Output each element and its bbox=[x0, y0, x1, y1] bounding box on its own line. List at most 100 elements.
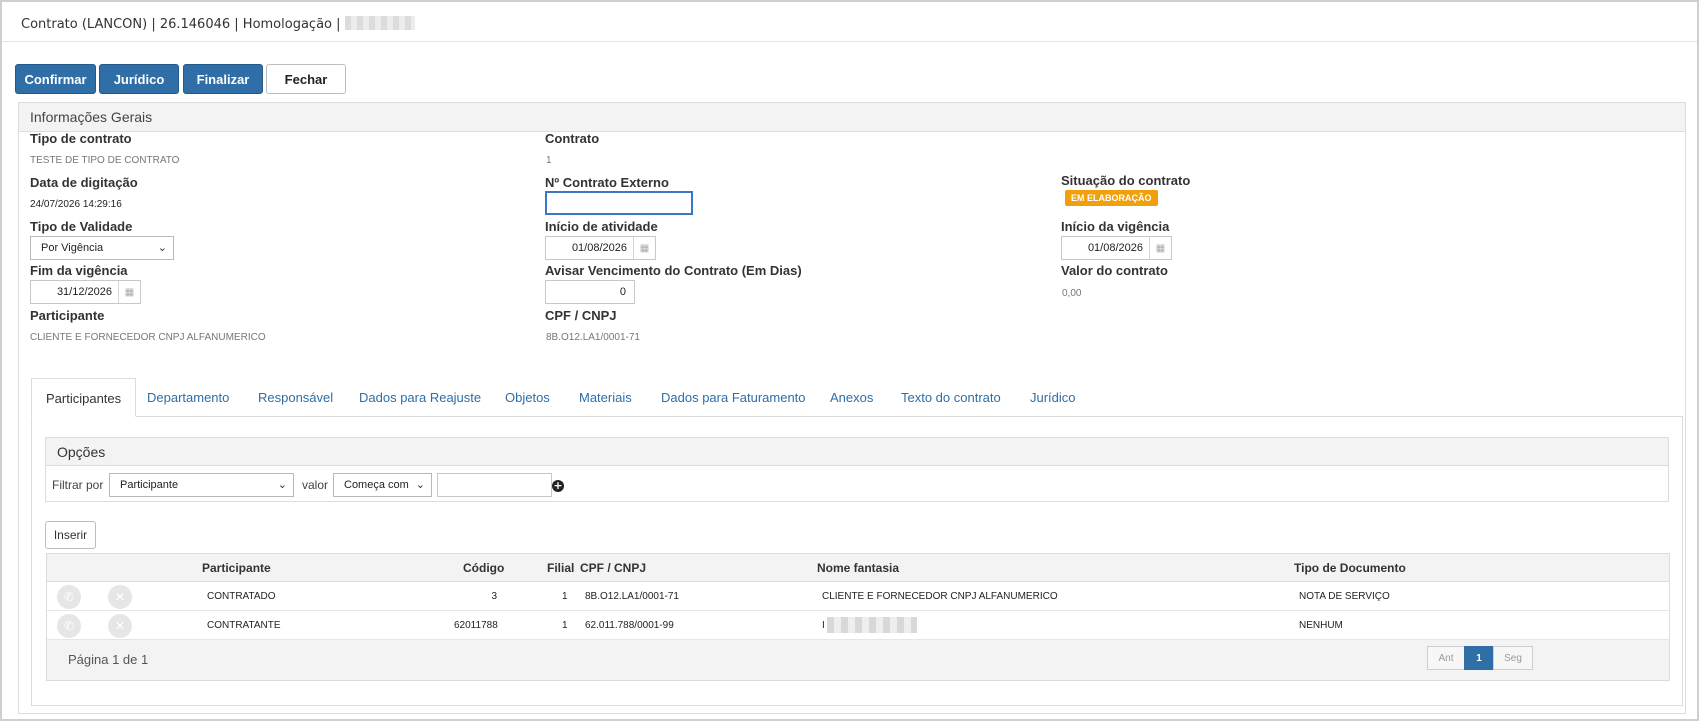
col-filial[interactable]: Filial bbox=[547, 561, 574, 575]
col-tipo-documento[interactable]: Tipo de Documento bbox=[1294, 561, 1406, 575]
cell-filial: 1 bbox=[562, 591, 568, 602]
contrato-value: 1 bbox=[546, 155, 552, 166]
avisar-vencimento-label: Avisar Vencimento do Contrato (Em Dias) bbox=[545, 263, 802, 278]
chevron-down-icon: ⌄ bbox=[277, 479, 287, 491]
contrato-externo-input[interactable] bbox=[545, 191, 693, 215]
filtrar-label: Filtrar por bbox=[52, 478, 104, 492]
avisar-vencimento-input[interactable]: 0 bbox=[545, 280, 635, 304]
tab-dados-faturamento[interactable]: Dados para Faturamento bbox=[661, 378, 806, 416]
filtrar-select[interactable]: Participante ⌄ bbox=[109, 473, 294, 497]
window-frame: Contrato (LANCON) | 26.146046 | Homologa… bbox=[0, 0, 1699, 721]
cell-participante: CONTRATANTE bbox=[207, 620, 281, 631]
data-digitacao-value: 24/07/2026 14:29:16 bbox=[30, 199, 122, 210]
fim-vigencia-input[interactable]: 31/12/2026 ▦ bbox=[30, 280, 141, 304]
phone-icon[interactable]: ✆ bbox=[57, 585, 81, 609]
section-title: Informações Gerais bbox=[19, 103, 1685, 132]
tipo-validade-value: Por Vigência bbox=[41, 242, 104, 254]
table-row[interactable]: ✆ ✕ CONTRATADO 3 1 8B.O12.LA1/0001-71 CL… bbox=[47, 582, 1669, 611]
cell-codigo: 3 bbox=[491, 591, 497, 602]
fechar-button[interactable]: Fechar bbox=[266, 64, 346, 94]
window-title-bar: Contrato (LANCON) | 26.146046 | Homologa… bbox=[2, 2, 1697, 42]
tipo-validade-label: Tipo de Validade bbox=[30, 219, 133, 234]
pager-current-button[interactable]: 1 bbox=[1464, 646, 1494, 670]
opcoes-title: Opções bbox=[46, 438, 1668, 466]
valor-contrato-label: Valor do contrato bbox=[1061, 263, 1168, 278]
finalizar-button[interactable]: Finalizar bbox=[183, 64, 263, 94]
redacted-environment bbox=[344, 16, 415, 30]
cell-tipo-documento: NENHUM bbox=[1299, 620, 1343, 631]
participante-value: CLIENTE E FORNECEDOR CNPJ ALFANUMERICO bbox=[30, 332, 266, 343]
pager-prev-button[interactable]: Ant bbox=[1427, 646, 1465, 670]
cell-filial: 1 bbox=[562, 620, 568, 631]
fim-vigencia-label: Fim da vigência bbox=[30, 263, 128, 278]
tab-anexos[interactable]: Anexos bbox=[830, 378, 873, 416]
tab-bar: Participantes Departamento Responsável D… bbox=[31, 378, 1687, 417]
confirmar-button[interactable]: Confirmar bbox=[15, 64, 96, 94]
chevron-down-icon: ⌄ bbox=[415, 479, 425, 491]
cell-nome-fantasia: CLIENTE E FORNECEDOR CNPJ ALFANUMERICO bbox=[822, 591, 1058, 602]
cell-cpf-cnpj: 62.011.788/0001-99 bbox=[585, 620, 674, 631]
cpf-cnpj-value: 8B.O12.LA1/0001-71 bbox=[546, 332, 640, 343]
tab-texto-contrato[interactable]: Texto do contrato bbox=[901, 378, 1001, 416]
grid-header: Participante Código Filial CPF / CNPJ No… bbox=[47, 554, 1669, 582]
participantes-tab-panel: Opções Filtrar por Participante ⌄ valor … bbox=[31, 416, 1683, 706]
cell-tipo-documento: NOTA DE SERVIÇO bbox=[1299, 591, 1390, 602]
contrato-externo-label: Nº Contrato Externo bbox=[545, 175, 669, 190]
inicio-atividade-input[interactable]: 01/08/2026 ▦ bbox=[545, 236, 656, 260]
calendar-icon[interactable]: ▦ bbox=[118, 281, 140, 303]
participantes-grid: Participante Código Filial CPF / CNPJ No… bbox=[46, 553, 1670, 681]
pagination-text: Página 1 de 1 bbox=[68, 652, 149, 667]
close-icon[interactable]: ✕ bbox=[108, 585, 132, 609]
search-input[interactable] bbox=[437, 473, 552, 497]
tab-dados-reajuste[interactable]: Dados para Reajuste bbox=[359, 378, 481, 416]
inicio-vigencia-input[interactable]: 01/08/2026 ▦ bbox=[1061, 236, 1172, 260]
redacted-nome-fantasia bbox=[827, 617, 917, 633]
add-filter-icon[interactable]: + bbox=[552, 480, 564, 492]
tab-juridico[interactable]: Jurídico bbox=[1030, 378, 1076, 416]
cell-codigo: 62011788 bbox=[454, 620, 498, 631]
pager-next-button[interactable]: Seg bbox=[1493, 646, 1533, 670]
inserir-button[interactable]: Inserir bbox=[45, 521, 96, 549]
cell-cpf-cnpj: 8B.O12.LA1/0001-71 bbox=[585, 591, 679, 602]
opcoes-filter-panel: Opções Filtrar por Participante ⌄ valor … bbox=[45, 437, 1669, 502]
inicio-atividade-label: Início de atividade bbox=[545, 219, 658, 234]
tipo-contrato-value: TESTE DE TIPO DE CONTRATO bbox=[30, 155, 180, 166]
data-digitacao-label: Data de digitação bbox=[30, 175, 138, 190]
tipo-contrato-label: Tipo de contrato bbox=[30, 131, 132, 146]
tipo-validade-select[interactable]: Por Vigência ⌄ bbox=[30, 236, 174, 260]
participante-label: Participante bbox=[30, 308, 105, 323]
tab-departamento[interactable]: Departamento bbox=[147, 378, 229, 416]
window-title: Contrato (LANCON) | 26.146046 | Homologa… bbox=[21, 17, 341, 32]
col-cpf-cnpj[interactable]: CPF / CNPJ bbox=[580, 561, 646, 575]
condicao-select[interactable]: Começa com ⌄ bbox=[333, 473, 432, 497]
table-row[interactable]: ✆ ✕ CONTRATANTE 62011788 1 62.011.788/00… bbox=[47, 611, 1669, 640]
inicio-atividade-value: 01/08/2026 bbox=[571, 242, 627, 254]
cell-nome-fantasia: I bbox=[822, 620, 825, 631]
grid-footer: Página 1 de 1 Ant 1 Seg bbox=[47, 640, 1669, 680]
chevron-down-icon: ⌄ bbox=[157, 242, 167, 254]
col-nome-fantasia[interactable]: Nome fantasia bbox=[817, 561, 899, 575]
inicio-vigencia-label: Início da vigência bbox=[1061, 219, 1170, 234]
phone-icon[interactable]: ✆ bbox=[57, 614, 81, 638]
contrato-label: Contrato bbox=[545, 131, 600, 146]
situacao-label: Situação do contrato bbox=[1061, 173, 1191, 188]
valor-contrato-value: 0,00 bbox=[1062, 288, 1082, 299]
fim-vigencia-value: 31/12/2026 bbox=[56, 286, 112, 298]
tab-responsavel[interactable]: Responsável bbox=[258, 378, 333, 416]
tab-objetos[interactable]: Objetos bbox=[505, 378, 550, 416]
valor-label: valor bbox=[302, 478, 329, 492]
status-badge: EM ELABORAÇÃO bbox=[1065, 190, 1158, 206]
cell-participante: CONTRATADO bbox=[207, 591, 276, 602]
informacoes-gerais-panel: Informações Gerais Tipo de contrato TEST… bbox=[18, 102, 1686, 714]
condicao-value: Começa com bbox=[344, 479, 409, 491]
tab-materiais[interactable]: Materiais bbox=[579, 378, 632, 416]
close-icon[interactable]: ✕ bbox=[108, 614, 132, 638]
col-codigo[interactable]: Código bbox=[463, 561, 504, 575]
calendar-icon[interactable]: ▦ bbox=[633, 237, 655, 259]
calendar-icon[interactable]: ▦ bbox=[1149, 237, 1171, 259]
tab-participantes[interactable]: Participantes bbox=[31, 378, 137, 417]
juridico-button[interactable]: Jurídico bbox=[99, 64, 179, 94]
col-participante[interactable]: Participante bbox=[202, 561, 271, 575]
cpf-cnpj-label: CPF / CNPJ bbox=[545, 308, 617, 323]
filtrar-value: Participante bbox=[120, 479, 179, 491]
